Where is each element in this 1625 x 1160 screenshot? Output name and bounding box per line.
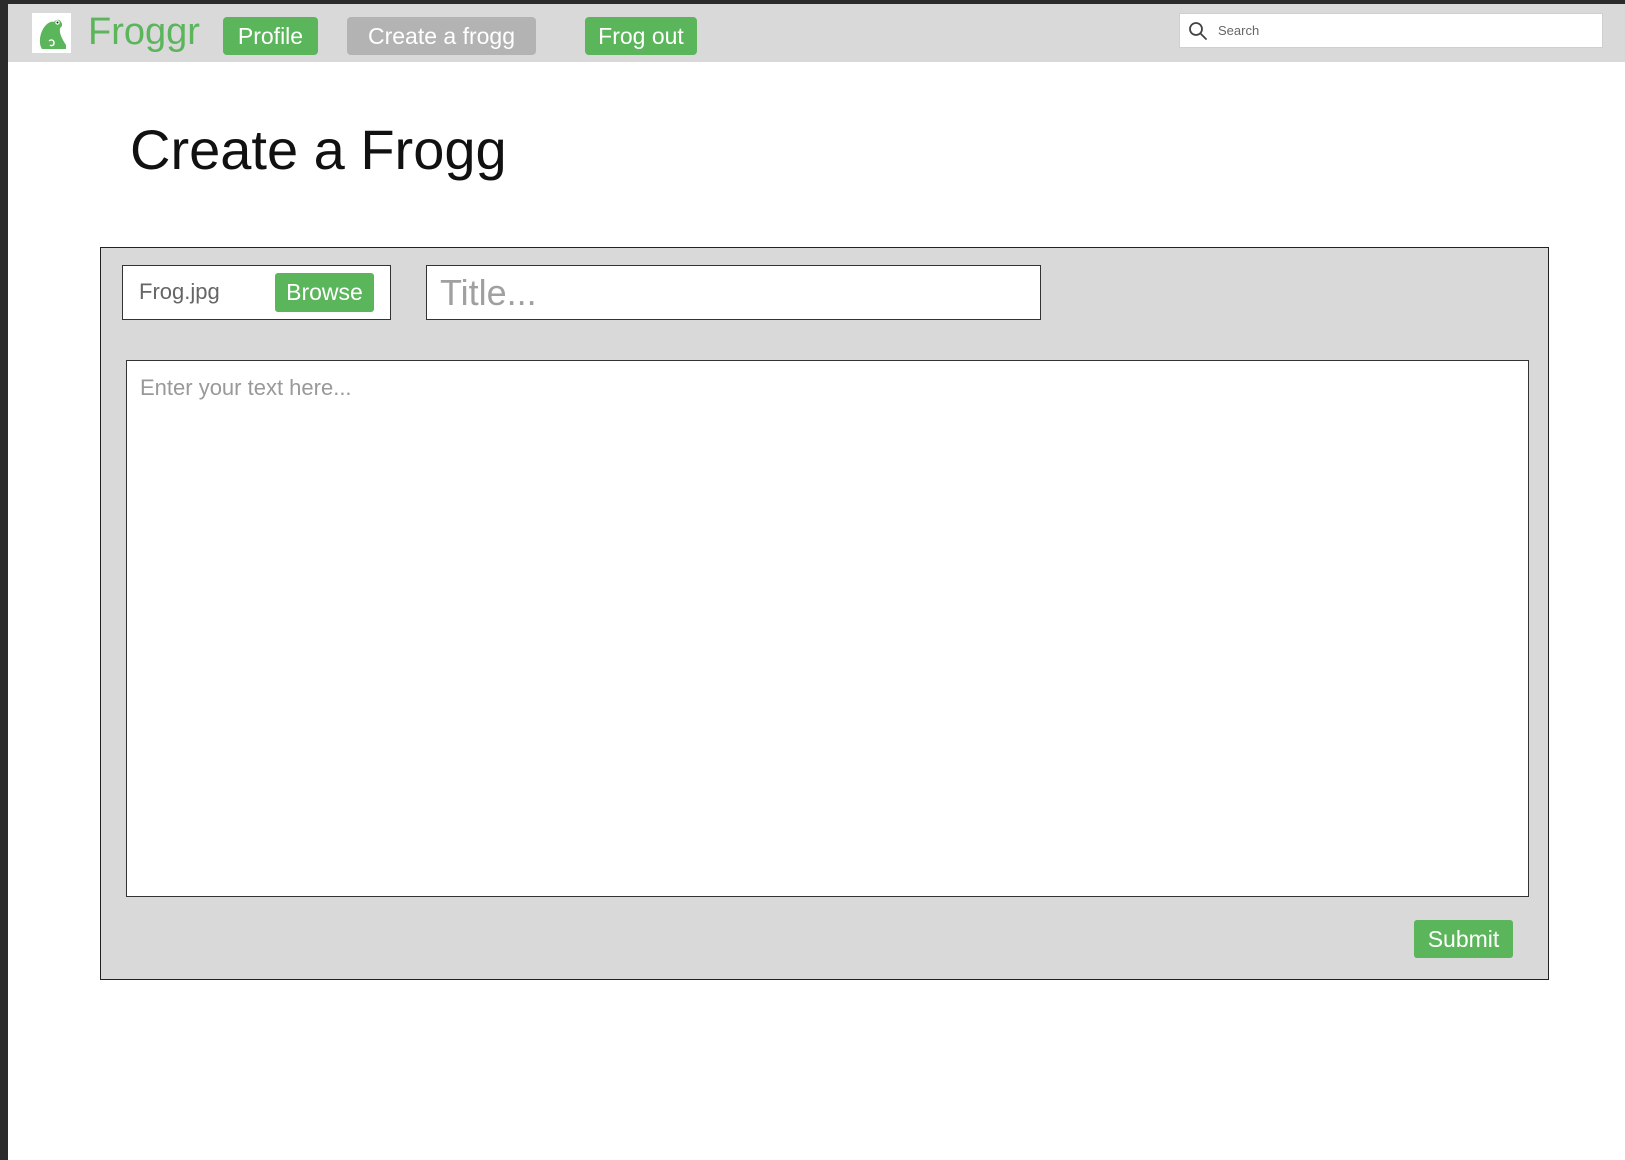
search-input[interactable] [1218, 14, 1598, 47]
body-textarea[interactable] [126, 360, 1529, 897]
frog-out-button[interactable]: Frog out [585, 17, 697, 55]
create-frogg-button[interactable]: Create a frogg [347, 17, 536, 55]
search-icon [1189, 22, 1207, 40]
brand-name[interactable]: Froggr [88, 10, 200, 54]
submit-button[interactable]: Submit [1414, 920, 1513, 958]
file-picker[interactable]: Frog.jpg Browse [122, 265, 391, 320]
profile-button[interactable]: Profile [223, 17, 318, 55]
page-title: Create a Frogg [130, 118, 507, 181]
browse-button[interactable]: Browse [275, 273, 374, 312]
search-bar[interactable] [1179, 13, 1603, 48]
create-frogg-form: Frog.jpg Browse Submit [100, 247, 1549, 980]
frog-icon[interactable] [32, 13, 71, 53]
selected-file-name: Frog.jpg [139, 279, 220, 304]
page: Froggr Profile Create a frogg Frog out C… [8, 4, 1625, 1160]
title-input[interactable] [426, 265, 1041, 320]
top-navbar: Froggr Profile Create a frogg Frog out [8, 4, 1625, 62]
